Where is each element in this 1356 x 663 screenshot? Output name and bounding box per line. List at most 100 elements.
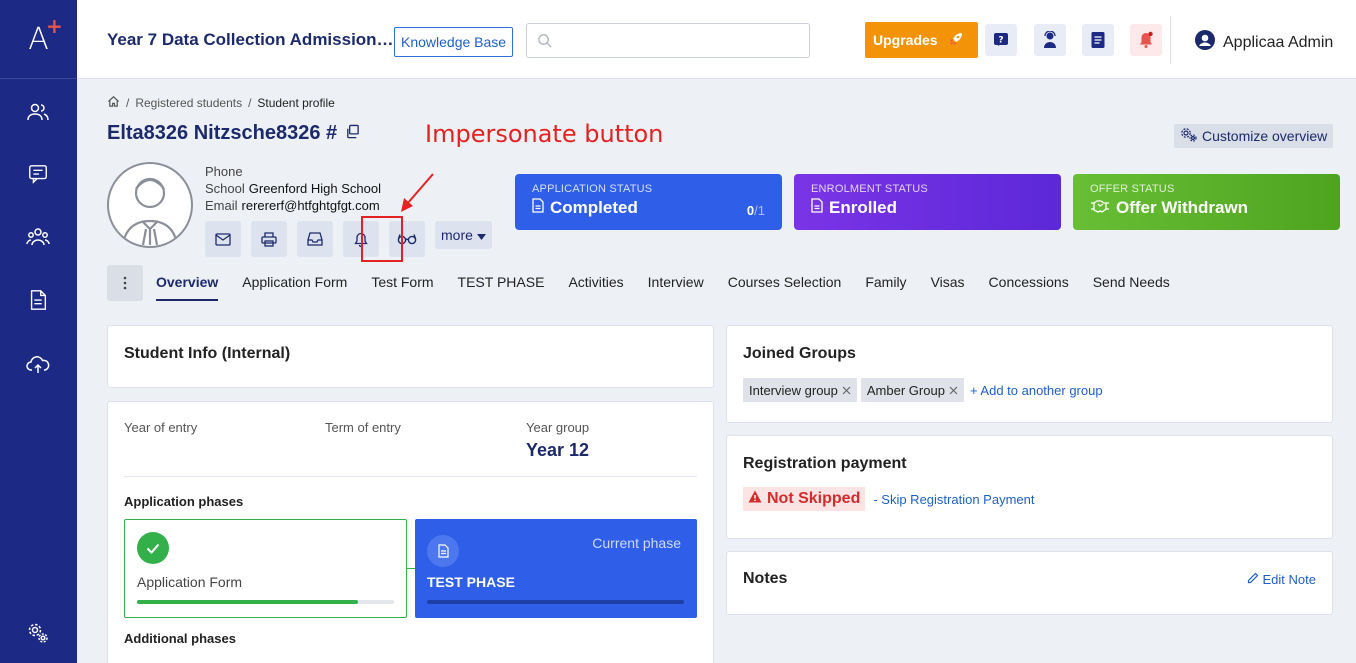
student-actions: more [205, 221, 492, 257]
gears-icon [1180, 127, 1198, 146]
email-button[interactable] [205, 221, 241, 257]
student-info-title: Student Info (Internal) [124, 345, 291, 362]
tab-test-form[interactable]: Test Form [371, 265, 433, 301]
phase-application-form[interactable]: Application Form [124, 519, 407, 618]
sidebar: A + [0, 0, 77, 663]
handshake-icon [1090, 198, 1110, 218]
pencil-icon [1247, 571, 1259, 587]
annotation-highlight-box [361, 216, 403, 262]
document-icon[interactable] [24, 286, 52, 314]
notes-title: Notes [743, 570, 788, 587]
users-icon[interactable] [24, 98, 52, 126]
search-icon [537, 33, 552, 51]
breadcrumb-registered-students[interactable]: Registered students [135, 96, 242, 110]
tab-visas[interactable]: Visas [931, 265, 965, 301]
tab-test-phase[interactable]: TEST PHASE [458, 265, 545, 301]
phase1-progress-track [137, 600, 394, 604]
home-icon[interactable] [107, 95, 120, 111]
student-name-heading: Elta8326 Nitzsche8326 # [107, 122, 360, 145]
registration-payment-card: Registration payment Not Skipped - Skip … [726, 435, 1333, 539]
caret-down-icon [476, 227, 486, 243]
inbox-button[interactable] [297, 221, 333, 257]
group-tag-label: Amber Group [866, 382, 945, 398]
cloud-upload-icon[interactable] [24, 350, 52, 378]
help-icon[interactable]: ? [985, 24, 1017, 56]
app-title: Year 7 Data Collection Admission… [107, 30, 394, 49]
enrolment-status-card[interactable]: ENROLMENT STATUS Enrolled [794, 174, 1061, 230]
notes-icon[interactable] [1082, 24, 1114, 56]
search-input[interactable] [526, 23, 810, 58]
close-icon[interactable] [842, 383, 851, 398]
tab-family[interactable]: Family [865, 265, 906, 301]
tab-courses-selection[interactable]: Courses Selection [728, 265, 842, 301]
close-icon[interactable] [949, 383, 958, 398]
profile-tabs: Overview Application Form Test Form TEST… [107, 265, 1194, 301]
customize-label: Customize overview [1202, 128, 1328, 144]
more-label: more [441, 227, 473, 243]
breadcrumb-sep: / [126, 96, 130, 110]
tab-application-form[interactable]: Application Form [242, 265, 347, 301]
application-count: 0/1 [747, 203, 765, 218]
phase1-progress-fill [137, 600, 359, 604]
messages-icon[interactable] [24, 160, 52, 188]
app-logo[interactable]: A + [0, 0, 77, 79]
breadcrumb-sep: / [248, 96, 252, 110]
phase-test-phase[interactable]: Current phase TEST PHASE [415, 519, 697, 618]
tab-menu-button[interactable] [107, 265, 143, 301]
main-content: / Registered students / Student profile … [77, 80, 1356, 663]
copy-icon[interactable] [345, 122, 360, 145]
application-count-total: /1 [754, 203, 765, 218]
tab-activities[interactable]: Activities [568, 265, 623, 301]
edit-note-button[interactable]: Edit Note [1247, 571, 1316, 587]
user-menu[interactable]: Applicaa Admin [1195, 30, 1333, 55]
envelope-icon [215, 232, 231, 246]
edit-note-label: Edit Note [1262, 571, 1316, 587]
kebab-icon [123, 276, 127, 290]
inbox-icon [307, 232, 323, 246]
more-dropdown[interactable]: more [435, 221, 492, 249]
print-button[interactable] [251, 221, 287, 257]
phase1-name: Application Form [137, 574, 243, 590]
breadcrumb-current: Student profile [257, 96, 335, 110]
student-info-card: Student Info (Internal) [107, 325, 714, 388]
customize-overview-button[interactable]: Customize overview [1174, 124, 1334, 148]
printer-icon [261, 231, 277, 247]
registration-payment-title: Registration payment [743, 455, 907, 472]
joined-groups-title: Joined Groups [743, 345, 856, 362]
offer-status-card[interactable]: OFFER STATUS Offer Withdrawn [1073, 174, 1340, 230]
skip-registration-payment-link[interactable]: - Skip Registration Payment [873, 492, 1034, 507]
family-icon[interactable] [24, 223, 52, 251]
top-bar: Year 7 Data Collection Admission… Knowle… [77, 0, 1356, 79]
email-label: Email [205, 198, 238, 213]
application-phases-title: Application phases [124, 494, 244, 509]
tab-overview[interactable]: Overview [156, 265, 219, 301]
year-group-label: Year group [526, 420, 590, 435]
upgrades-button[interactable]: Upgrades [865, 22, 978, 58]
school-value: Greenford High School [248, 181, 381, 196]
notification-bell-icon[interactable] [1130, 24, 1162, 56]
tab-concessions[interactable]: Concessions [989, 265, 1069, 301]
group-tag: Amber Group [860, 378, 964, 402]
group-tag: Interview group [743, 378, 857, 402]
tab-interview[interactable]: Interview [648, 265, 704, 301]
offer-status-value: Offer Withdrawn [1116, 198, 1249, 217]
tab-send-needs[interactable]: Send Needs [1093, 265, 1170, 301]
rocket-icon [948, 31, 964, 50]
group-tag-label: Interview group [749, 382, 838, 398]
add-to-group-link[interactable]: + Add to another group [970, 383, 1103, 398]
warning-icon [748, 490, 762, 508]
application-status-label: APPLICATION STATUS [532, 183, 653, 195]
support-agent-icon[interactable] [1034, 24, 1066, 56]
application-status-card[interactable]: APPLICATION STATUS Completed 0/1 [515, 174, 782, 230]
check-icon [137, 532, 169, 564]
school-label: School [205, 181, 245, 196]
file-icon [532, 198, 544, 218]
email-value: rerererf@htfghtgfgt.com [241, 198, 380, 213]
year-of-entry-label: Year of entry [124, 420, 198, 435]
knowledge-base-button[interactable]: Knowledge Base [394, 27, 514, 57]
settings-icon[interactable] [24, 619, 52, 647]
phone-label: Phone [205, 164, 243, 179]
notes-card: Notes Edit Note [726, 551, 1333, 615]
enrolment-status-label: ENROLMENT STATUS [811, 183, 928, 195]
payment-status-badge: Not Skipped [743, 487, 866, 511]
